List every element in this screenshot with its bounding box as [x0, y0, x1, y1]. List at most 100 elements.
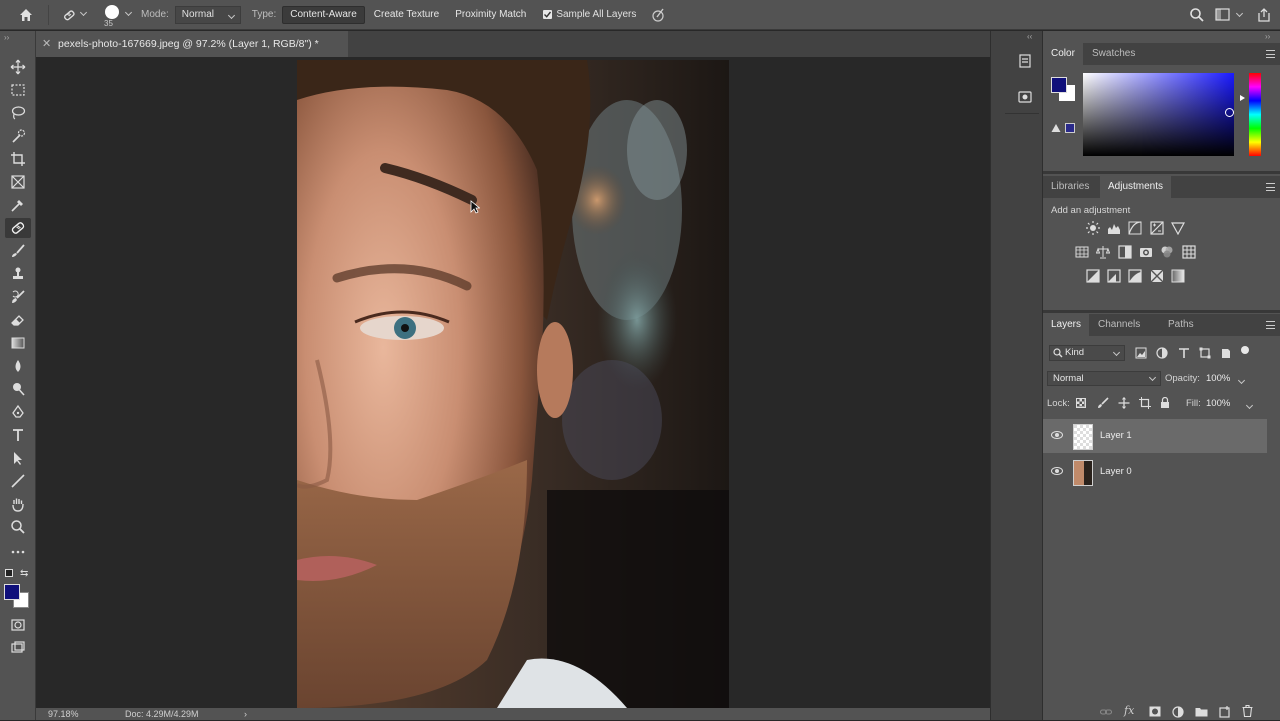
lock-image-pixels-icon[interactable]: [1097, 397, 1109, 409]
tab-color[interactable]: Color: [1043, 43, 1083, 65]
tab-paths[interactable]: Paths: [1160, 314, 1202, 336]
more-tools-icon[interactable]: [5, 542, 31, 562]
brush-tool-icon[interactable]: [5, 241, 31, 261]
gradient-tool-icon[interactable]: [5, 333, 31, 353]
pen-tool-icon[interactable]: [5, 402, 31, 422]
tab-libraries[interactable]: Libraries: [1043, 176, 1097, 198]
add-mask-icon[interactable]: [1149, 706, 1161, 717]
eyedropper-tool-icon[interactable]: [5, 195, 31, 215]
foreground-color-swatch[interactable]: [4, 584, 20, 600]
quick-selection-tool-icon[interactable]: [5, 126, 31, 146]
panel-menu-icon[interactable]: [1266, 321, 1275, 329]
swap-colors-icon[interactable]: ⇆: [20, 568, 28, 579]
panel-menu-icon[interactable]: [1266, 183, 1275, 191]
layer-effects-icon[interactable]: fx: [1124, 704, 1138, 717]
proximity-match-button[interactable]: Proximity Match: [448, 6, 533, 24]
opacity-chevron-icon[interactable]: [1237, 376, 1246, 385]
create-texture-button[interactable]: Create Texture: [367, 6, 446, 24]
filter-adjustment-layers-icon[interactable]: [1156, 347, 1168, 359]
layer-row-layer-0[interactable]: Layer 0: [1043, 455, 1267, 489]
collapse-toolbar-icon[interactable]: ››: [4, 33, 9, 42]
filter-pixel-layers-icon[interactable]: [1135, 347, 1147, 359]
lock-all-icon[interactable]: [1160, 396, 1170, 409]
new-group-icon[interactable]: [1195, 706, 1208, 717]
collapse-panels-icon[interactable]: ››: [1265, 32, 1270, 41]
frame-tool-icon[interactable]: [5, 172, 31, 192]
color-lookup-icon[interactable]: [1182, 245, 1196, 259]
filter-shape-layers-icon[interactable]: [1199, 347, 1211, 359]
lock-artboard-icon[interactable]: [1139, 397, 1151, 409]
brush-picker-chevron-icon[interactable]: [124, 8, 133, 17]
fill-value[interactable]: 100%: [1206, 398, 1230, 409]
line-tool-icon[interactable]: [5, 471, 31, 491]
channel-mixer-icon[interactable]: [1160, 245, 1174, 259]
history-brush-tool-icon[interactable]: [5, 287, 31, 307]
clone-stamp-tool-icon[interactable]: [5, 264, 31, 284]
spot-healing-brush-tool-icon[interactable]: [5, 218, 31, 238]
lock-position-icon[interactable]: [1118, 397, 1130, 409]
opacity-value[interactable]: 100%: [1206, 373, 1230, 384]
hand-tool-icon[interactable]: [5, 494, 31, 514]
levels-icon[interactable]: [1107, 221, 1121, 235]
status-arrow-icon[interactable]: ›: [244, 708, 247, 720]
share-icon[interactable]: [1256, 7, 1272, 23]
crop-tool-icon[interactable]: [5, 149, 31, 169]
tab-adjustments[interactable]: Adjustments: [1100, 176, 1172, 198]
panel-menu-icon[interactable]: [1266, 50, 1275, 58]
photo-filter-icon[interactable]: [1139, 245, 1153, 259]
home-icon[interactable]: [18, 7, 34, 23]
threshold-icon[interactable]: [1128, 269, 1142, 283]
color-picker-handle[interactable]: [1225, 108, 1234, 117]
quick-mask-icon[interactable]: [5, 615, 31, 635]
blur-tool-icon[interactable]: [5, 356, 31, 376]
tab-layers[interactable]: Layers: [1043, 314, 1090, 336]
search-icon[interactable]: [1189, 7, 1205, 23]
marquee-tool-icon[interactable]: [5, 80, 31, 100]
gradient-map-icon[interactable]: [1171, 269, 1185, 283]
lock-transparent-pixels-icon[interactable]: [1076, 398, 1086, 408]
delete-layer-icon[interactable]: [1242, 704, 1253, 718]
layer-name[interactable]: Layer 0: [1100, 455, 1132, 489]
hue-slider[interactable]: [1249, 73, 1261, 156]
move-tool-icon[interactable]: [5, 57, 31, 77]
tab-swatches[interactable]: Swatches: [1084, 43, 1143, 65]
brightness-contrast-icon[interactable]: [1086, 221, 1100, 235]
eraser-tool-icon[interactable]: [5, 310, 31, 330]
black-white-icon[interactable]: [1118, 245, 1132, 259]
color-fg-swatch[interactable]: [1051, 77, 1067, 93]
healing-brush-preset-icon[interactable]: [61, 7, 77, 23]
color-balance-icon[interactable]: [1095, 245, 1111, 259]
zoom-level[interactable]: 97.18%: [48, 708, 79, 720]
hue-saturation-icon[interactable]: [1075, 245, 1089, 259]
eye-icon[interactable]: [1051, 431, 1063, 439]
exposure-icon[interactable]: [1150, 221, 1164, 235]
pressure-size-icon[interactable]: [650, 7, 666, 23]
properties-panel-icon[interactable]: [1017, 89, 1033, 105]
out-of-gamut-warning-icon[interactable]: [1051, 123, 1061, 133]
screen-mode-icon[interactable]: [5, 638, 31, 658]
posterize-icon[interactable]: [1107, 269, 1121, 283]
color-picker-field[interactable]: [1083, 73, 1234, 156]
workspace-chevron-icon[interactable]: [1235, 9, 1244, 18]
curves-icon[interactable]: [1128, 221, 1142, 235]
chevron-down-icon[interactable]: [79, 8, 88, 17]
mode-dropdown[interactable]: Normal: [174, 5, 241, 24]
filter-toggle-icon[interactable]: [1241, 346, 1249, 354]
tab-channels[interactable]: Channels: [1090, 314, 1148, 336]
layer-row-layer-1[interactable]: Layer 1: [1043, 419, 1267, 453]
hue-slider-marker-icon[interactable]: [1240, 95, 1245, 101]
default-colors-icon[interactable]: [5, 569, 13, 577]
vibrance-icon[interactable]: [1170, 221, 1186, 236]
document-image[interactable]: [297, 60, 729, 708]
brush-size-picker[interactable]: 35: [102, 2, 124, 28]
layer-filter-dropdown[interactable]: Kind: [1049, 345, 1125, 361]
new-layer-icon[interactable]: [1219, 706, 1231, 718]
blend-mode-dropdown[interactable]: Normal: [1047, 371, 1161, 386]
filter-smart-objects-icon[interactable]: [1220, 347, 1232, 359]
zoom-tool-icon[interactable]: [5, 517, 31, 537]
content-aware-button[interactable]: Content-Aware: [282, 5, 365, 24]
close-icon[interactable]: ✕: [42, 31, 51, 57]
link-layers-icon[interactable]: [1099, 707, 1113, 717]
selective-color-icon[interactable]: [1150, 269, 1164, 283]
workspace-icon[interactable]: [1215, 8, 1231, 22]
